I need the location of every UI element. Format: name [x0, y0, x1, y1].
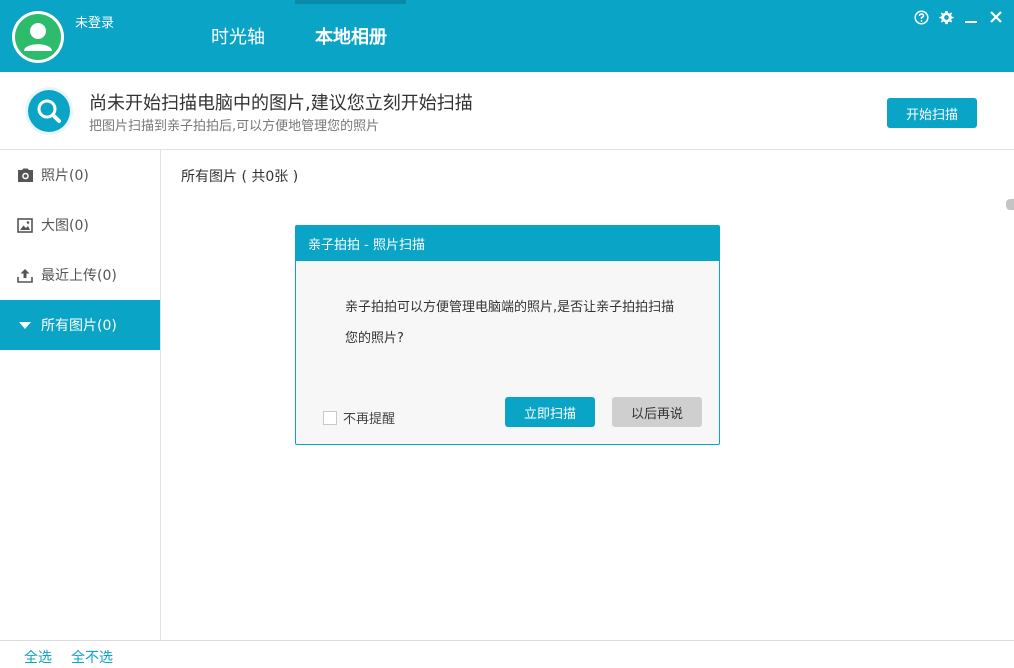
checkbox-box[interactable] — [323, 410, 337, 425]
help-icon[interactable] — [912, 8, 930, 26]
tab-local-album[interactable]: 本地相册 — [315, 23, 387, 49]
banner-title: 尚未开始扫描电脑中的图片,建议您立刻开始扫描 — [89, 93, 473, 114]
sidebar-item-label: 大图(0) — [41, 218, 89, 234]
page-title: 所有图片 ( 共0张 ) — [181, 169, 299, 185]
minimize-icon[interactable] — [962, 8, 980, 26]
sidebar-item-label: 照片(0) — [41, 168, 89, 184]
image-icon — [16, 216, 34, 234]
title-bar: 未登录 时光轴 本地相册 — [0, 0, 1014, 72]
sidebar-item-label: 最近上传(0) — [41, 268, 117, 284]
scan-now-button[interactable]: 立即扫描 — [505, 397, 595, 427]
search-icon — [24, 86, 74, 136]
start-scan-button[interactable]: 开始扫描 — [887, 98, 977, 128]
camera-icon — [16, 166, 34, 184]
checkbox-label: 不再提醒 — [343, 412, 396, 427]
login-status[interactable]: 未登录 — [75, 12, 114, 31]
sidebar-item-all-images[interactable]: 所有图片(0) — [0, 300, 160, 350]
caret-down-icon — [16, 316, 34, 334]
scrollbar-handle[interactable] — [1006, 199, 1014, 210]
close-icon[interactable] — [987, 8, 1005, 26]
gear-icon[interactable] — [937, 8, 955, 26]
tab-timeline[interactable]: 时光轴 — [211, 23, 265, 49]
user-icon — [15, 14, 61, 60]
dont-remind-checkbox[interactable]: 不再提醒 — [323, 408, 395, 427]
sidebar-item-recent-uploads[interactable]: 最近上传(0) — [0, 250, 160, 300]
footer-bar: 全选 全不选 — [0, 640, 1014, 668]
sidebar-item-large-images[interactable]: 大图(0) — [0, 200, 160, 250]
sidebar-item-label: 所有图片(0) — [41, 318, 117, 334]
scan-banner: 尚未开始扫描电脑中的图片,建议您立刻开始扫描 把图片扫描到亲子拍拍后,可以方便地… — [0, 72, 1014, 150]
sidebar: 照片(0) 大图(0) 最近上传(0) 所有图片(0) — [0, 150, 161, 640]
sidebar-item-photos[interactable]: 照片(0) — [0, 150, 160, 200]
dialog-title: 亲子拍拍 - 照片扫描 — [296, 226, 719, 261]
avatar[interactable] — [12, 11, 64, 63]
dialog-message: 亲子拍拍可以方便管理电脑端的照片,是否让亲子拍拍扫描您的照片? — [345, 300, 675, 346]
active-tab-indicator — [295, 0, 406, 4]
select-all-link[interactable]: 全选 — [24, 647, 52, 667]
select-none-link[interactable]: 全不选 — [71, 647, 113, 667]
banner-subtitle: 把图片扫描到亲子拍拍后,可以方便地管理您的照片 — [89, 119, 380, 134]
later-button[interactable]: 以后再说 — [612, 397, 702, 427]
upload-icon — [16, 266, 34, 284]
scan-dialog: 亲子拍拍 - 照片扫描 亲子拍拍可以方便管理电脑端的照片,是否让亲子拍拍扫描您的… — [295, 225, 720, 445]
